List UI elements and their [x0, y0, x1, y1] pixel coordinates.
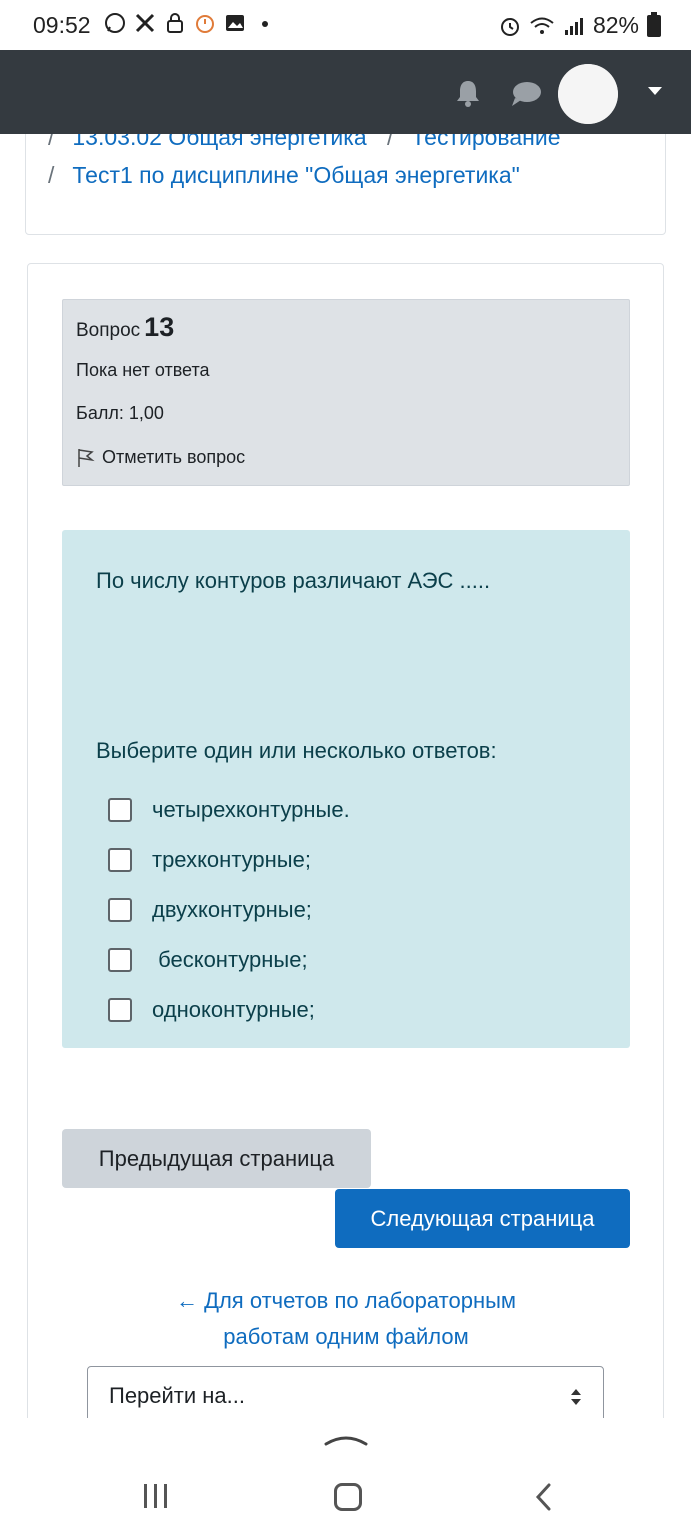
answer-option[interactable]: двухконтурные;	[108, 885, 350, 935]
previous-page-button[interactable]: Предыдущая страница	[62, 1129, 371, 1188]
answer-list: четырехконтурные. трехконтурные; двухкон…	[108, 785, 350, 1035]
chat-icon[interactable]	[510, 80, 542, 108]
question-state: Пока нет ответа	[76, 360, 210, 380]
battery-percent: 82%	[592, 12, 639, 38]
top-navbar	[0, 50, 691, 134]
question-label: Вопрос	[76, 320, 141, 341]
system-navigation-bar	[0, 1418, 691, 1536]
cast-icon	[133, 12, 157, 36]
answer-label[interactable]: четырехконтурные.	[152, 797, 350, 823]
chevron-up-icon[interactable]	[324, 1432, 368, 1446]
back-icon[interactable]	[534, 1482, 552, 1512]
answer-label[interactable]: трехконтурные;	[152, 847, 311, 873]
status-notifications	[103, 12, 277, 36]
previous-activity-link[interactable]: ← Для отчетов по лабораторным работам од…	[62, 1283, 630, 1355]
wifi-icon	[530, 17, 554, 34]
flag-icon	[78, 448, 95, 467]
question-content: По числу контуров различают АЭС ..... Вы…	[62, 530, 630, 1048]
previous-activity-line-1[interactable]: ← Для отчетов по лабораторным	[62, 1283, 630, 1319]
answer-checkbox[interactable]	[108, 948, 132, 972]
status-system: 82%	[499, 11, 661, 39]
previous-activity-line-2[interactable]: работам одним файлом	[62, 1319, 630, 1355]
lock-icon	[163, 12, 187, 36]
alarm-icon	[500, 17, 519, 36]
question-info: Вопрос 13 Пока нет ответа Балл: 1,00 Отме…	[62, 299, 630, 486]
home-icon[interactable]	[334, 1483, 362, 1511]
answer-checkbox[interactable]	[108, 898, 132, 922]
bell-icon[interactable]	[453, 78, 483, 108]
question-text: По числу контуров различают АЭС .....	[96, 568, 491, 593]
question-number-value: 13	[144, 312, 175, 342]
flag-question-label: Отметить вопрос	[102, 447, 246, 467]
recent-apps-icon[interactable]	[142, 1483, 170, 1509]
avatar[interactable]	[558, 64, 618, 124]
status-time: 09:52	[33, 12, 91, 38]
caret-down-icon[interactable]	[648, 87, 662, 95]
answer-label[interactable]: двухконтурные;	[152, 897, 312, 923]
next-page-button[interactable]: Следующая страница	[335, 1189, 630, 1248]
select-arrows-icon	[571, 1389, 581, 1405]
question-grade: Балл: 1,00	[76, 403, 164, 423]
answer-checkbox[interactable]	[108, 798, 132, 822]
battery-icon	[647, 11, 661, 37]
breadcrumb-separator: /	[48, 162, 55, 188]
jump-to-select[interactable]: Перейти на...	[87, 1366, 604, 1426]
breadcrumb-item-quiz[interactable]: Тест1 по дисциплине "Общая энергетика"	[72, 162, 519, 188]
answer-option[interactable]: бесконтурные;	[108, 935, 350, 985]
jump-to-label: Перейти на...	[109, 1383, 246, 1408]
timer-icon	[193, 12, 217, 36]
status-bar: 09:52 82%	[0, 0, 691, 50]
signal-icon	[564, 17, 583, 35]
gallery-icon	[223, 12, 247, 36]
answer-prompt: Выберите один или несколько ответов:	[96, 738, 497, 763]
flag-question-link[interactable]: Отметить вопрос	[76, 447, 245, 468]
answer-checkbox[interactable]	[108, 998, 132, 1022]
dot-icon	[253, 12, 277, 36]
answer-option[interactable]: четырехконтурные.	[108, 785, 350, 835]
answer-option[interactable]: трехконтурные;	[108, 835, 350, 885]
breadcrumb-row-2: / Тест1 по дисциплине "Общая энергетика"	[48, 162, 520, 189]
answer-label[interactable]: одноконтурные;	[152, 997, 315, 1023]
answer-label[interactable]: бесконтурные;	[152, 947, 307, 973]
answer-checkbox[interactable]	[108, 848, 132, 872]
answer-option[interactable]: одноконтурные;	[108, 985, 350, 1035]
question-number: Вопрос 13	[76, 312, 174, 343]
whatsapp-icon	[103, 12, 127, 36]
